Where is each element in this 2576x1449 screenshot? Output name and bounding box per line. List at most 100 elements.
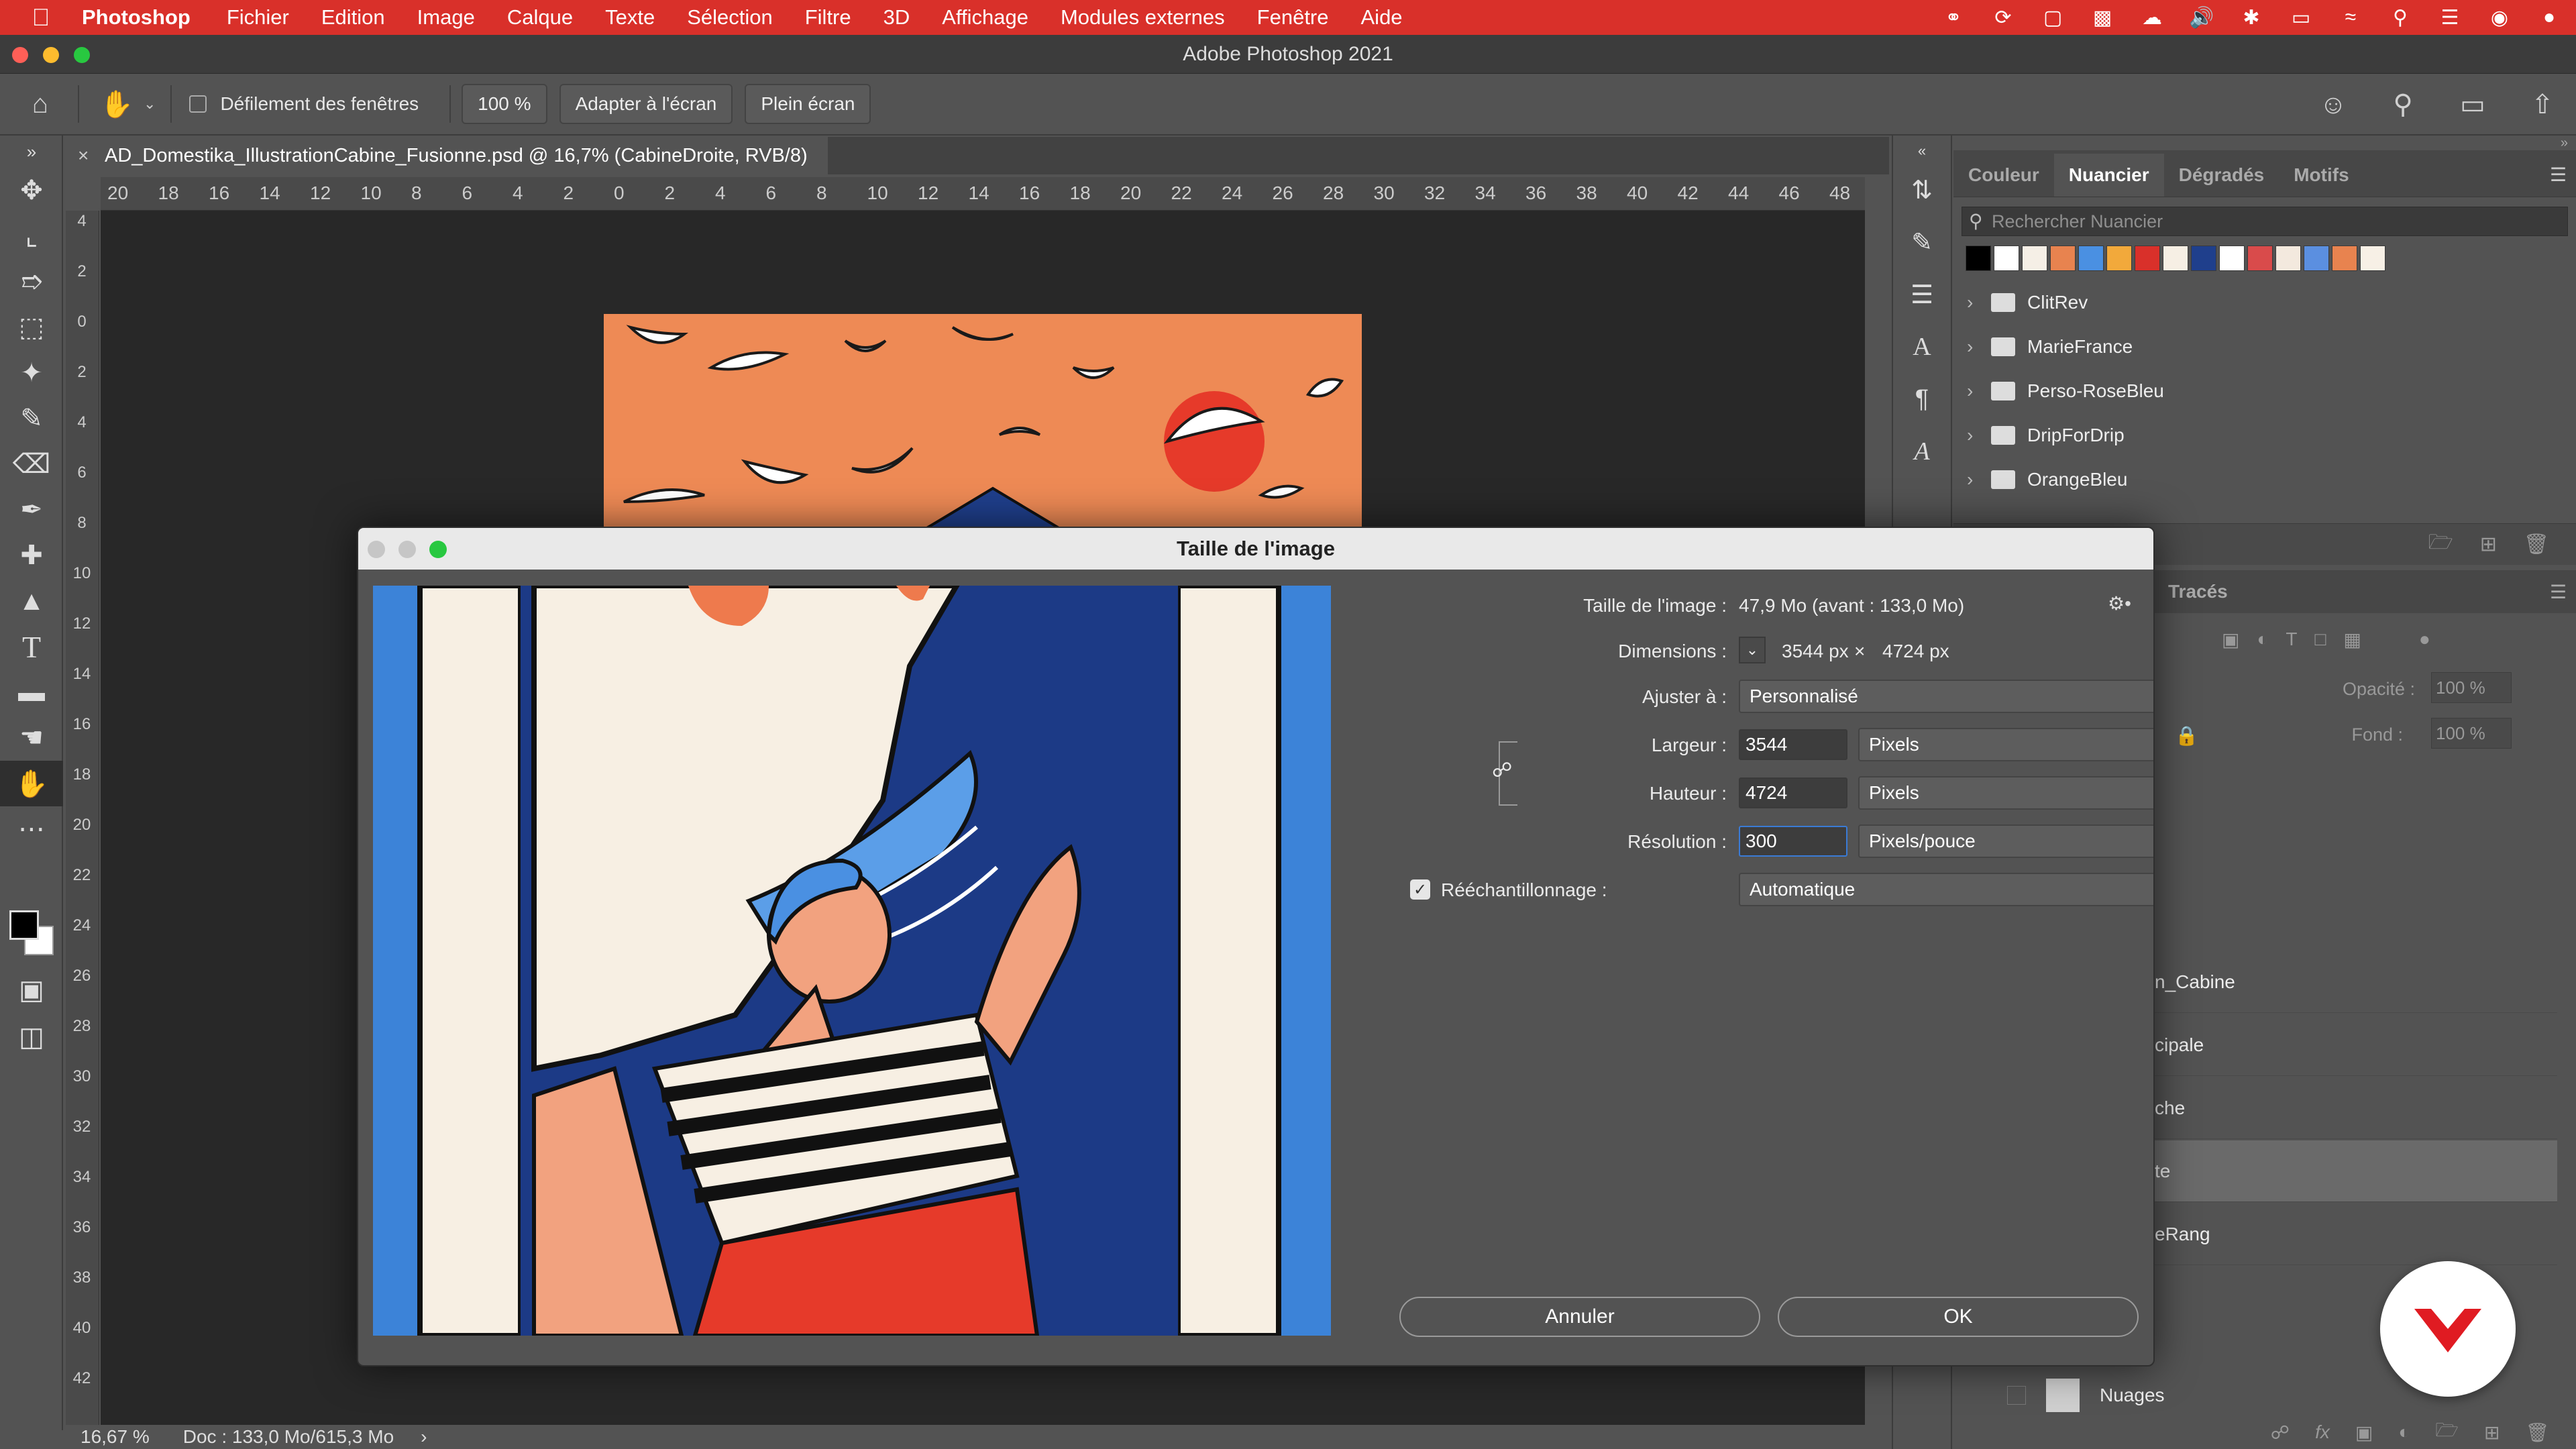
resolution-input[interactable]: 300 (1739, 826, 1847, 857)
foreground-color-swatch[interactable] (9, 910, 39, 940)
document-tab[interactable]: × AD_Domestika_IllustrationCabine_Fusion… (64, 137, 828, 174)
swatch-folder[interactable]: › ClitRev (1953, 280, 2576, 325)
ruler-tool-icon[interactable]: ▬ (0, 669, 63, 715)
close-tab-icon[interactable]: × (78, 145, 89, 166)
layer-style-icon[interactable]: fx (2315, 1421, 2330, 1443)
swatch-folder[interactable]: › Perso-RoseBleu (1953, 369, 2576, 413)
cloud-icon[interactable]: ☁ (2139, 4, 2165, 31)
tab-degrades[interactable]: Dégradés (2164, 154, 2279, 197)
height-unit-select[interactable]: Pixels ⌄ (1858, 776, 2153, 810)
layer-visibility-toggle[interactable] (2007, 1386, 2026, 1405)
add-mask-icon[interactable]: ▣ (2355, 1421, 2373, 1444)
brush-tool-icon[interactable]: ✎ (0, 396, 63, 441)
menu-aide[interactable]: Aide (1361, 5, 1403, 30)
user-avatar-icon[interactable]: ● (2536, 4, 2563, 31)
control-center-icon[interactable]: ☰ (2436, 4, 2463, 31)
panel-menu-icon[interactable]: ☰ (2550, 164, 2576, 197)
resolution-unit-select[interactable]: Pixels/pouce ⌄ (1858, 824, 2153, 858)
eyedropper-tool-icon[interactable]: ✒ (0, 487, 63, 533)
close-window-button[interactable] (12, 47, 28, 63)
scroll-all-windows-checkbox[interactable] (189, 95, 207, 113)
home-icon[interactable]: ⌂ (13, 77, 67, 131)
screen-mode-icon[interactable]: ◫ (0, 1014, 63, 1060)
zoom-level[interactable]: 16,67 % (80, 1426, 150, 1448)
chevron-right-icon[interactable]: › (421, 1426, 427, 1448)
resample-select[interactable]: Automatique ⌄ (1739, 873, 2153, 906)
link-layers-icon[interactable]: ☍ (2271, 1421, 2290, 1444)
menu-affichage[interactable]: Affichage (942, 5, 1028, 30)
chevron-right-icon[interactable]: › (1967, 292, 1986, 313)
menu-image[interactable]: Image (417, 5, 475, 30)
healing-brush-tool-icon[interactable]: ✚ (0, 533, 63, 578)
creative-cloud-icon[interactable]: ⚭ (1940, 4, 1967, 31)
filter-smart-object-icon[interactable]: ▦ (2343, 629, 2361, 651)
filter-toggle-icon[interactable]: ● (2419, 629, 2430, 651)
fit-to-select[interactable]: Personnalisé ⌄ (1739, 680, 2153, 713)
color-swatch[interactable] (2360, 246, 2385, 271)
apple-menu-icon[interactable]:  (17, 3, 64, 32)
color-swatch[interactable] (1994, 246, 2019, 271)
tab-couleur[interactable]: Couleur (1953, 154, 2054, 197)
filter-type-icon[interactable]: T (2286, 629, 2297, 651)
filter-adjustment-icon[interactable]: ◐ (2257, 629, 2268, 651)
opacity-input[interactable]: 100 % (2431, 672, 2512, 703)
battery-icon[interactable]: ▭ (2288, 4, 2314, 31)
app-menu-photoshop[interactable]: Photoshop (82, 5, 191, 30)
collapse-panels-icon[interactable]: « (1893, 141, 1951, 161)
character-panel-icon[interactable]: A (1893, 323, 1951, 370)
learn-icon[interactable]: ☺ (2306, 78, 2360, 131)
new-swatch-icon[interactable]: ⊞ (2480, 533, 2497, 556)
cancel-button[interactable]: Annuler (1399, 1297, 1760, 1337)
color-swatch[interactable] (2332, 246, 2357, 271)
swatch-folder[interactable]: › DripForDrip (1953, 413, 2576, 458)
color-swatch[interactable] (2022, 246, 2047, 271)
paint-bucket-tool-icon[interactable]: ▲ (0, 578, 63, 624)
trash-icon[interactable]: 🗑 (2525, 1421, 2549, 1444)
filter-shape-icon[interactable]: □ (2315, 629, 2326, 651)
menu-edition[interactable]: Edition (321, 5, 385, 30)
adjustments-icon[interactable]: ☰ (1893, 271, 1951, 318)
gear-icon[interactable]: ⚙• (2108, 592, 2131, 614)
sync-icon[interactable]: ⟳ (1990, 4, 2017, 31)
bluetooth-icon[interactable]: ✱ (2238, 4, 2265, 31)
menu-fichier[interactable]: Fichier (227, 5, 289, 30)
constrain-proportions-link-icon[interactable]: ☍ (1492, 759, 1512, 782)
color-swatch[interactable] (2078, 246, 2104, 271)
color-swatch[interactable] (2163, 246, 2188, 271)
quick-mask-icon[interactable]: ▣ (0, 967, 63, 1013)
menu-selection[interactable]: Sélection (687, 5, 773, 30)
dialog-minimize-button[interactable] (398, 541, 416, 558)
new-layer-icon[interactable]: ⊞ (2484, 1421, 2500, 1444)
color-swatch[interactable] (1966, 246, 1991, 271)
zoom-window-button[interactable] (74, 47, 90, 63)
history-panel-icon[interactable]: ⇅ (1893, 166, 1951, 213)
trash-icon[interactable]: 🗑 (2524, 533, 2549, 556)
chevron-right-icon[interactable]: › (1967, 425, 1986, 446)
color-swatch[interactable] (2106, 246, 2132, 271)
swatch-search-input[interactable]: ⚲ Rechercher Nuancier (1962, 207, 2568, 236)
glyphs-panel-icon[interactable]: A (1893, 428, 1951, 475)
lasso-tool-icon[interactable]: ➱ (0, 259, 63, 305)
filter-pixel-icon[interactable]: ▣ (2222, 629, 2239, 651)
dialog-zoom-button[interactable] (429, 541, 447, 558)
volume-icon[interactable]: 🔊 (2188, 4, 2215, 31)
color-swatch[interactable] (2304, 246, 2329, 271)
chevron-right-icon[interactable]: › (1967, 380, 1986, 402)
menu-fenetre[interactable]: Fenêtre (1257, 5, 1329, 30)
hand-tool-icon[interactable]: ✋ (0, 761, 63, 806)
hand-tool-preset-icon[interactable]: ✋ (90, 77, 144, 131)
workspace-icon[interactable]: ▭ (2446, 78, 2500, 131)
marquee-tool-icon[interactable]: ⬚ (0, 305, 63, 350)
collapse-icon[interactable]: » (1953, 136, 2576, 150)
color-swatch[interactable] (2219, 246, 2245, 271)
fit-screen-button[interactable]: Adapter à l'écran (559, 84, 733, 124)
chevron-down-icon[interactable]: ⌄ (144, 95, 156, 113)
smudge-tool-icon[interactable]: ☚ (0, 715, 63, 761)
color-swatch[interactable] (2135, 246, 2160, 271)
width-unit-select[interactable]: Pixels ⌄ (1858, 728, 2153, 761)
tab-motifs[interactable]: Motifs (2279, 154, 2363, 197)
menu-texte[interactable]: Texte (605, 5, 655, 30)
menu-filtre[interactable]: Filtre (805, 5, 851, 30)
type-tool-icon[interactable]: T (0, 624, 63, 669)
brush-settings-icon[interactable]: ✎ (1893, 219, 1951, 266)
